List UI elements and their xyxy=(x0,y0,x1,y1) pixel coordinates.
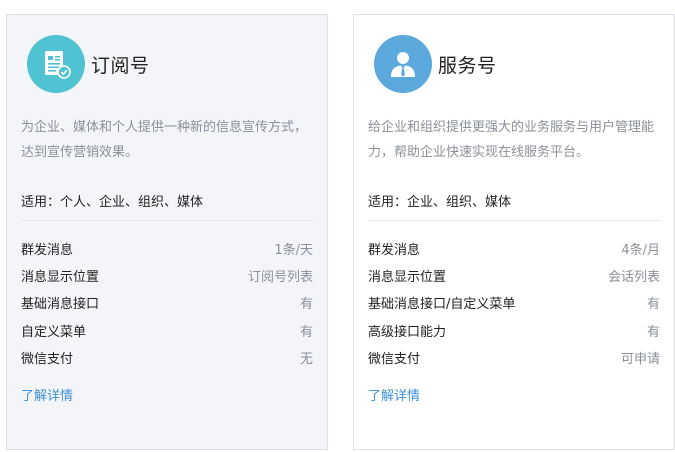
feature-row: 自定义菜单 有 xyxy=(21,317,313,344)
card-scope: 适用：企业、组织、媒体 xyxy=(368,191,660,221)
feature-row: 高级接口能力 有 xyxy=(368,317,660,344)
feature-value: 会话列表 xyxy=(607,270,660,286)
card-title: 订阅号 xyxy=(91,54,150,77)
subscription-doc-icon xyxy=(27,35,85,93)
card-header: 服务号 xyxy=(374,35,660,93)
feature-row: 微信支付 无 xyxy=(21,344,313,371)
card-description: 给企业和组织提供更强大的业务服务与用户管理能力，帮助企业快速实现在线服务平台。 xyxy=(368,120,655,160)
feature-value: 无 xyxy=(299,351,313,367)
feature-list: 群发消息 1条/天 消息显示位置 订阅号列表 基础消息接口 有 自定义菜单 有 … xyxy=(21,235,313,371)
learn-more-link[interactable]: 了解详情 xyxy=(21,385,73,404)
feature-row: 消息显示位置 订阅号列表 xyxy=(21,262,313,289)
feature-value: 有 xyxy=(299,324,313,340)
feature-list: 群发消息 4条/月 消息显示位置 会话列表 基础消息接口/自定义菜单 有 高级接… xyxy=(368,235,660,371)
subscription-account-card[interactable]: 订阅号 为企业、媒体和个人提供一种新的信息宣传方式，达到宣传营销效果。 适用：个… xyxy=(6,14,328,450)
feature-label: 自定义菜单 xyxy=(21,324,87,340)
card-title: 服务号 xyxy=(438,54,497,77)
feature-row: 微信支付 可申请 xyxy=(368,344,660,371)
feature-value: 有 xyxy=(646,297,660,313)
feature-label: 基础消息接口/自定义菜单 xyxy=(368,297,516,313)
feature-row: 群发消息 4条/月 xyxy=(368,235,660,262)
service-account-card[interactable]: 服务号 给企业和组织提供更强大的业务服务与用户管理能力，帮助企业快速实现在线服务… xyxy=(353,14,675,450)
feature-value: 可申请 xyxy=(620,351,660,367)
learn-more-link[interactable]: 了解详情 xyxy=(368,385,420,404)
feature-value: 有 xyxy=(299,297,313,313)
feature-row: 基础消息接口/自定义菜单 有 xyxy=(368,289,660,316)
feature-label: 高级接口能力 xyxy=(368,324,447,340)
feature-label: 基础消息接口 xyxy=(21,297,100,313)
feature-label: 消息显示位置 xyxy=(368,270,447,286)
feature-row: 基础消息接口 有 xyxy=(21,289,313,316)
feature-label: 群发消息 xyxy=(368,243,421,259)
feature-label: 微信支付 xyxy=(368,351,421,367)
feature-row: 群发消息 1条/天 xyxy=(21,235,313,262)
feature-label: 消息显示位置 xyxy=(21,270,100,286)
card-scope: 适用：个人、企业、组织、媒体 xyxy=(21,191,313,221)
service-person-icon xyxy=(374,35,432,93)
card-description: 为企业、媒体和个人提供一种新的信息宣传方式，达到宣传营销效果。 xyxy=(21,120,308,160)
feature-value: 1条/天 xyxy=(274,243,313,259)
feature-label: 群发消息 xyxy=(21,243,74,259)
card-header: 订阅号 xyxy=(27,35,313,93)
feature-row: 消息显示位置 会话列表 xyxy=(368,262,660,289)
feature-value: 有 xyxy=(646,324,660,340)
feature-label: 微信支付 xyxy=(21,351,74,367)
feature-value: 订阅号列表 xyxy=(247,270,313,286)
feature-value: 4条/月 xyxy=(621,243,660,259)
